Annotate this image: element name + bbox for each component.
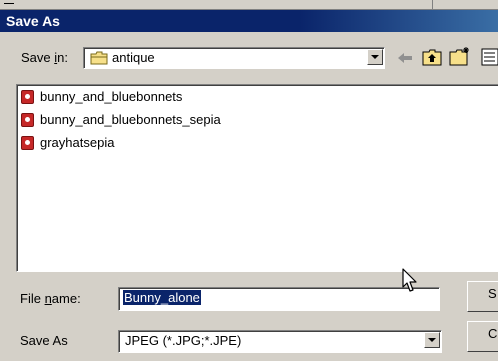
image-file-icon [21, 90, 34, 104]
chevron-down-icon[interactable] [424, 332, 440, 348]
file-name: grayhatsepia [40, 135, 115, 150]
chevron-down-icon[interactable] [367, 49, 383, 65]
dialog-title-bar[interactable]: Save As [0, 10, 498, 32]
save-button[interactable]: S [467, 281, 498, 312]
file-list[interactable]: bunny_and_bluebonnets bunny_and_bluebonn… [16, 84, 498, 272]
parent-menu-fragment [4, 0, 14, 4]
cancel-button[interactable]: C [467, 321, 498, 352]
folder-icon [90, 51, 108, 65]
file-name: bunny_and_bluebonnets_sepia [40, 112, 221, 127]
image-file-icon [21, 113, 34, 127]
file-name-input[interactable]: Bunny_alone [118, 287, 440, 311]
parent-window-divider [432, 0, 433, 9]
view-menu-icon[interactable] [481, 48, 498, 66]
save-in-dropdown[interactable]: antique [83, 47, 385, 69]
mouse-cursor-icon [402, 268, 417, 292]
save-as-type-value: JPEG (*.JPG;*.JPE) [125, 333, 242, 348]
image-file-icon [21, 136, 34, 150]
file-name-label: File name: [20, 291, 81, 306]
dialog-title: Save As [6, 13, 60, 29]
save-in-label: Save in: [21, 50, 68, 65]
file-name: bunny_and_bluebonnets [40, 89, 183, 104]
save-as-type-label: Save As [20, 333, 68, 348]
parent-window-strip [0, 0, 498, 10]
save-in-value: antique [112, 50, 155, 65]
back-arrow-icon[interactable] [396, 50, 414, 66]
file-name-value: Bunny_alone [122, 289, 202, 306]
new-folder-icon[interactable] [449, 46, 471, 66]
save-as-type-dropdown[interactable]: JPEG (*.JPG;*.JPE) [118, 330, 442, 353]
up-folder-icon[interactable] [422, 48, 442, 66]
